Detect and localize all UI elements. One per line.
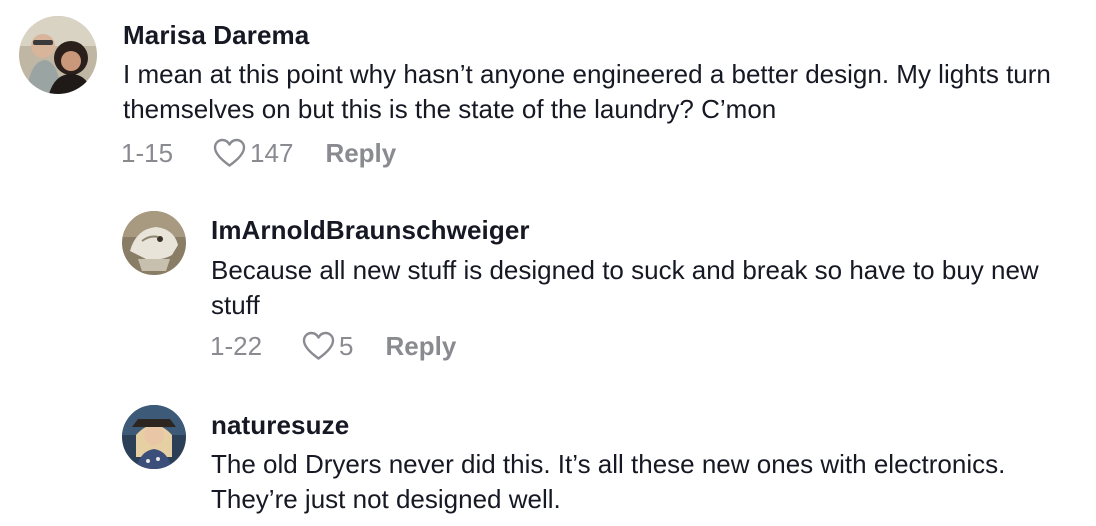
comment-date: 1-15 bbox=[121, 137, 174, 168]
comment-marisa: Marisa Darema I mean at this point why h… bbox=[0, 0, 1096, 190]
comment-imarnold: ImArnoldBraunschweiger Because all new s… bbox=[0, 190, 1096, 380]
reply-button[interactable]: Reply bbox=[325, 138, 396, 169]
reply-button[interactable]: Reply bbox=[386, 331, 457, 362]
avatar[interactable] bbox=[122, 405, 186, 469]
like-button[interactable]: 147 bbox=[213, 138, 293, 169]
comment-text: The old Dryers never did this. It’s all … bbox=[211, 449, 1006, 514]
like-count: 5 bbox=[339, 330, 354, 361]
comment-text: I mean at this point why hasn’t anyone e… bbox=[123, 59, 1051, 124]
comment-meta: 1-15 147 Reply bbox=[121, 136, 396, 170]
comment-meta: 1-22 5 Reply bbox=[210, 329, 456, 363]
username[interactable]: ImArnoldBraunschweiger bbox=[211, 215, 530, 246]
comment-naturesuze: naturesuze The old Dryers never did this… bbox=[0, 380, 1096, 526]
comment-date: 1-22 bbox=[210, 330, 263, 361]
heart-outline-icon bbox=[213, 138, 246, 167]
like-count: 147 bbox=[250, 137, 294, 168]
like-button[interactable]: 5 bbox=[302, 330, 354, 362]
heart-outline-icon bbox=[302, 331, 335, 360]
comment-text: Because all new stuff is designed to suc… bbox=[211, 255, 1039, 320]
username[interactable]: Marisa Darema bbox=[123, 20, 309, 51]
username[interactable]: naturesuze bbox=[211, 410, 349, 441]
avatar[interactable] bbox=[19, 16, 97, 94]
avatar[interactable] bbox=[122, 211, 186, 275]
